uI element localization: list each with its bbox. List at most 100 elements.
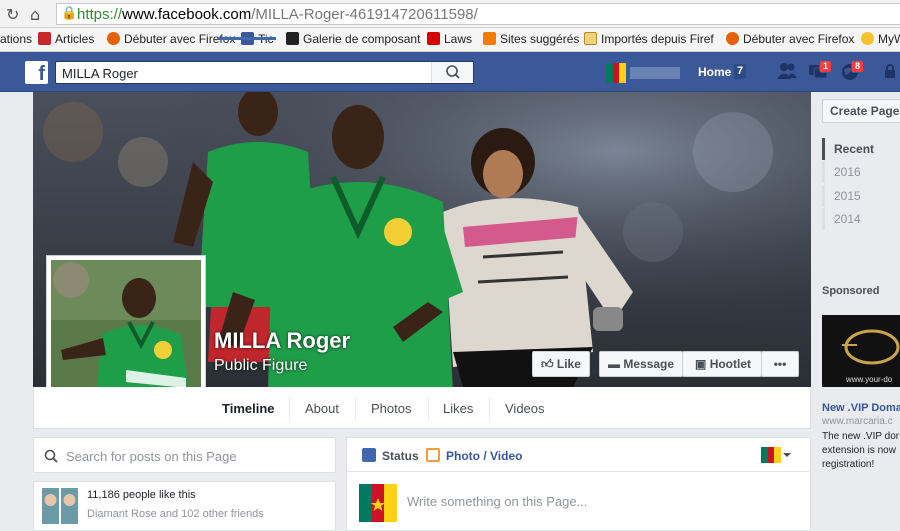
tab-photos[interactable]: Photos — [371, 401, 411, 416]
bookmark-item[interactable]: Articles — [38, 32, 94, 46]
year-nav-recent[interactable]: Recent — [822, 138, 882, 160]
url-path: /MILLA-Roger-461914720611598/ — [251, 6, 478, 23]
search-icon — [44, 449, 58, 463]
page-likes-box: 11,186 people like this Diamant Rose and… — [33, 481, 336, 531]
ad-description: The new .VIP dor extension is now regist… — [822, 431, 900, 470]
ad-title[interactable]: New .VIP Domai — [822, 402, 900, 414]
bookmark-item[interactable]: Galerie de composant — [286, 32, 420, 46]
status-tab[interactable]: Status — [382, 449, 419, 463]
friends-avatars[interactable] — [42, 488, 78, 524]
bookmark-label: Importés depuis Firef — [601, 32, 714, 46]
bookmark-item[interactable]: Débuter avec Firefox — [107, 32, 235, 46]
firefox-icon — [107, 32, 120, 45]
tab-divider — [489, 397, 490, 421]
composer-input[interactable]: Write something on this Page... — [407, 494, 587, 509]
tab-divider — [428, 397, 429, 421]
page-tab-bar: Timeline About Photos Likes Videos — [33, 387, 811, 429]
message-icon: ▬ — [608, 357, 620, 371]
sponsored-heading: Sponsored — [822, 285, 880, 297]
lock-glyph — [885, 64, 895, 78]
tab-videos[interactable]: Videos — [505, 401, 545, 416]
bookmark-label: MyW — [878, 32, 900, 46]
pencil-icon — [362, 448, 376, 462]
likes-count: 11,186 people like this — [87, 489, 196, 501]
thumbs-up-icon: 👍︎ — [541, 357, 554, 371]
search-button[interactable] — [431, 62, 473, 83]
composer-avatar — [359, 484, 397, 522]
bookmark-item[interactable]: Importés depuis Firef — [584, 32, 714, 46]
hootlet-icon: ▣ — [695, 357, 707, 371]
bookmark-item[interactable]: Débuter avec Firefox — [726, 32, 854, 46]
bookmark-label: Sites suggérés — [500, 32, 580, 46]
bookmark-label: ations — [0, 32, 33, 46]
tm-icon — [38, 32, 51, 45]
page-title: MILLA Roger — [214, 328, 351, 353]
bookmark-label: Articles — [55, 32, 95, 46]
folder-icon — [584, 32, 597, 45]
cameroon-flag-icon — [606, 63, 626, 83]
year-nav-2014[interactable]: 2014 — [822, 208, 882, 230]
home-icon[interactable]: ⌂ — [30, 5, 40, 24]
likes-friends[interactable]: Diamant Rose and 102 other friends — [87, 508, 264, 520]
ad-image[interactable]: www.your-do — [822, 315, 900, 387]
sun-icon — [861, 32, 874, 45]
lock-icon: 🔒 — [61, 6, 78, 21]
profile-avatar[interactable] — [606, 63, 626, 83]
bookmark-item[interactable]: Sites suggérés — [483, 32, 579, 46]
search-box[interactable]: MILLA Roger — [55, 61, 474, 84]
bookmark-item[interactable]: Laws — [427, 32, 472, 46]
search-icon — [446, 65, 460, 79]
facebook-logo[interactable]: f — [25, 61, 48, 84]
search-input[interactable]: MILLA Roger — [62, 66, 138, 81]
like-button[interactable]: 👍︎ Like — [532, 351, 590, 377]
profile-name-redacted[interactable] — [630, 67, 680, 79]
tab-divider — [289, 397, 290, 421]
galerie-icon — [286, 32, 299, 45]
facebook-topbar: f MILLA Roger Home 7 1 8 — [0, 52, 900, 92]
browser-toolbar: ↻ ⌂ 🔒 https://www.facebook.com/MILLA-Rog… — [0, 0, 900, 28]
home-count: 7 — [734, 64, 747, 79]
bookmark-label: Laws — [444, 32, 473, 46]
photo-icon — [426, 448, 440, 462]
ad-image-caption: www.your-do — [846, 375, 893, 384]
search-posts-input[interactable]: Search for posts on this Page — [66, 449, 237, 464]
ad-url: www.marcaria.c — [822, 416, 893, 427]
bookmark-item[interactable]: ations — [0, 32, 32, 46]
notifications-badge: 8 — [851, 60, 865, 73]
tab-timeline[interactable]: Timeline — [222, 401, 275, 416]
url-scheme: https:// — [77, 6, 123, 23]
privacy-lock-icon[interactable] — [883, 64, 897, 82]
page-posts-search[interactable]: Search for posts on this Page — [33, 437, 336, 473]
message-button[interactable]: ▬ Message — [599, 351, 683, 377]
reload-icon[interactable]: ↻ — [6, 5, 19, 24]
url-field[interactable]: 🔒 https://www.facebook.com/MILLA-Roger-4… — [56, 3, 900, 25]
active-tab-indicator — [218, 37, 276, 40]
year-nav-2016[interactable]: 2016 — [822, 161, 882, 183]
post-composer: Status Photo / Video Write something on … — [346, 437, 811, 531]
hootlet-button[interactable]: ▣ Hootlet — [682, 351, 762, 377]
home-link[interactable]: Home — [698, 65, 731, 79]
friend-requests-icon[interactable] — [776, 62, 798, 85]
message-label: Message — [623, 357, 675, 371]
tab-likes[interactable]: Likes — [443, 401, 473, 416]
more-button[interactable]: ••• — [761, 351, 799, 377]
url-host: www.facebook.com — [122, 6, 252, 23]
composer-header: Status Photo / Video — [347, 438, 810, 472]
page-category: Public Figure — [214, 357, 308, 374]
laws-icon — [427, 32, 440, 45]
like-label: Like — [556, 357, 581, 371]
bookmark-label: Galerie de composant — [303, 32, 421, 46]
year-nav-2015[interactable]: 2015 — [822, 185, 882, 207]
bookmark-item[interactable]: MyW — [861, 32, 900, 46]
firefox-icon — [726, 32, 739, 45]
post-as-selector[interactable] — [761, 447, 791, 463]
friends-glyph — [777, 63, 797, 79]
sites-icon — [483, 32, 496, 45]
tab-about[interactable]: About — [305, 401, 339, 416]
bookmark-label: Débuter avec Firefox — [743, 32, 855, 46]
hootlet-label: Hootlet — [709, 357, 752, 371]
bookmarks-bar: ations Articles Débuter avec Firefox Tic… — [0, 28, 900, 52]
photo-video-tab[interactable]: Photo / Video — [446, 449, 522, 463]
messages-badge: 1 — [819, 60, 833, 73]
create-page-button[interactable]: Create Page — [822, 99, 900, 123]
